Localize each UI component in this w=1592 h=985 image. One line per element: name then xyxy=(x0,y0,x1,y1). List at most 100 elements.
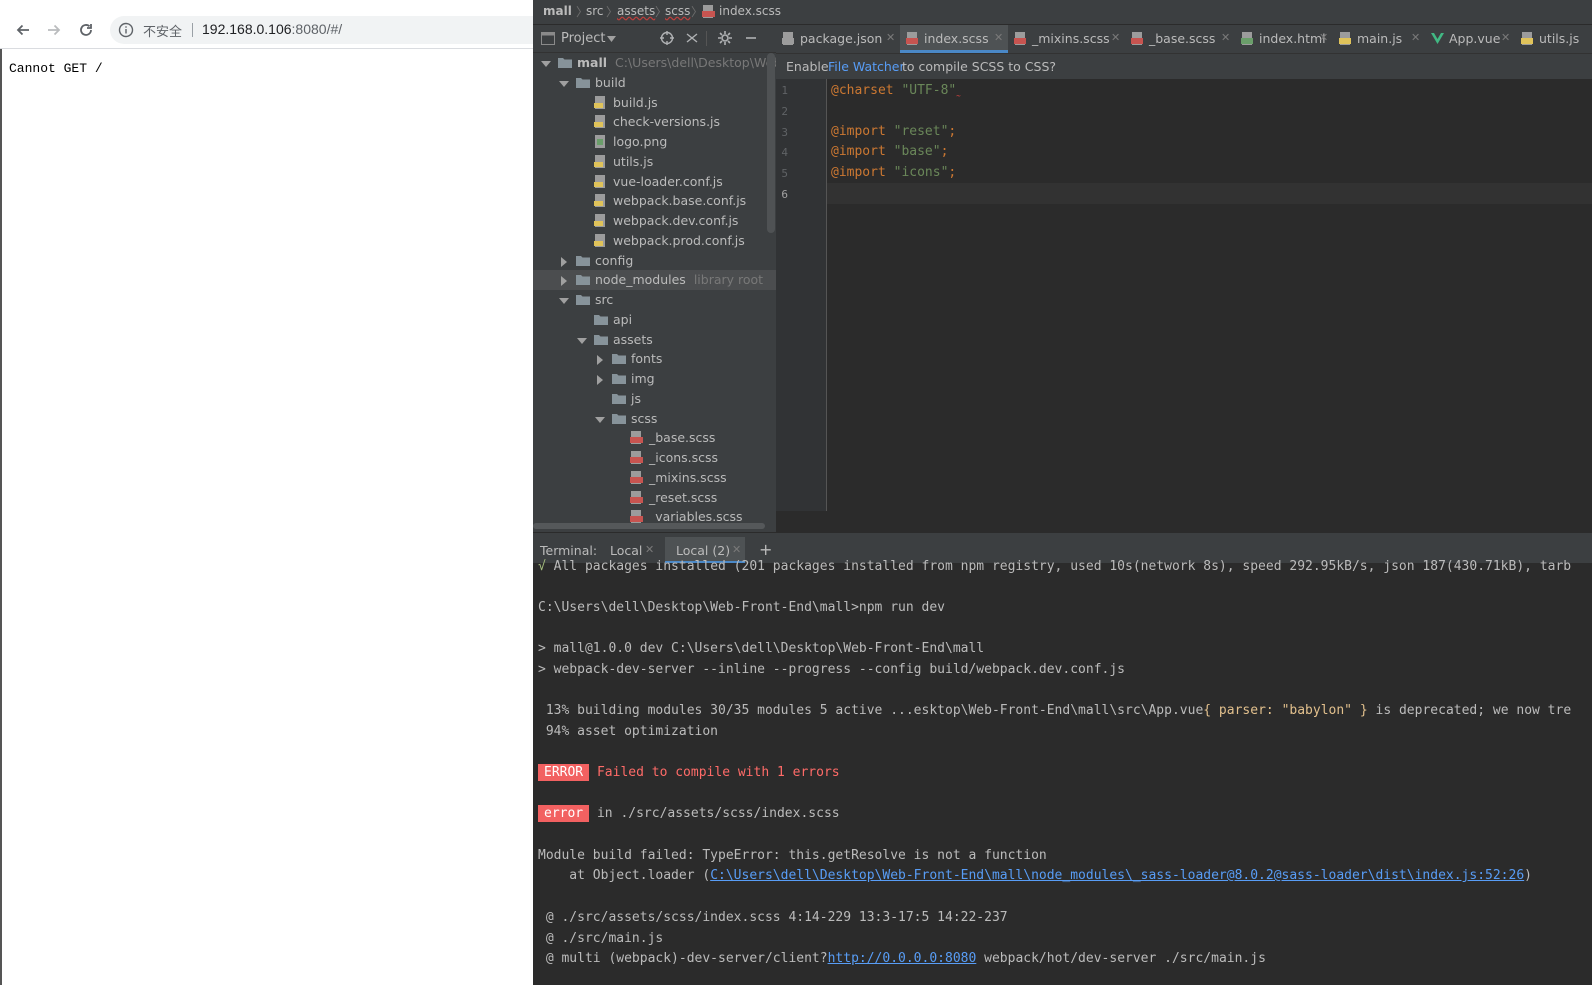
url-text[interactable]: 192.168.0.106:8080/#/ xyxy=(202,21,342,37)
editor-tab-label: main.js xyxy=(1357,31,1403,46)
tree-item-api[interactable]: api xyxy=(533,310,776,330)
editor-tab-utils-js[interactable]: utils.js xyxy=(1515,25,1592,53)
tree-item-label: src xyxy=(595,292,614,307)
editor-tab-base-scss[interactable]: _base.scss ✕ xyxy=(1125,25,1235,53)
chevron-down-icon[interactable] xyxy=(607,36,616,42)
tree-item-hint: C:\Users\dell\Desktop\Web-F xyxy=(615,55,776,70)
tree-item-utils-js[interactable]: utils.js xyxy=(533,152,776,172)
js-file-icon xyxy=(1521,32,1534,45)
editor-tab-main-js[interactable]: main.js ✕ xyxy=(1333,25,1425,53)
chevron-down-icon[interactable] xyxy=(541,57,551,67)
tree-item-node-modules[interactable]: node_modules library root xyxy=(533,270,776,291)
tree-item-img[interactable]: img xyxy=(533,369,776,389)
tree-item-webpack-base-conf-js[interactable]: webpack.base.conf.js xyxy=(533,191,776,211)
sass-file-icon xyxy=(630,490,644,504)
tree-item-mixins-scss[interactable]: _mixins.scss xyxy=(533,468,776,488)
close-icon[interactable]: ✕ xyxy=(732,543,741,556)
tree-item-check-versions-js[interactable]: check-versions.js xyxy=(533,112,776,132)
image-file-icon xyxy=(594,135,608,148)
file-watcher-link[interactable]: File Watcher xyxy=(828,59,905,74)
terminal-output[interactable]: √ All packages installed (201 packages i… xyxy=(533,559,1592,985)
editor-tab-app-vue[interactable]: App.vue ✕ xyxy=(1425,25,1515,53)
terminal-line: 13% building modules 30/35 modules 5 act… xyxy=(538,703,1572,718)
close-icon[interactable]: ✕ xyxy=(645,543,654,556)
folder-icon xyxy=(576,76,590,89)
add-terminal-button[interactable]: + xyxy=(759,540,772,559)
editor-tab-mixins-scss[interactable]: _mixins.scss ✕ xyxy=(1008,25,1125,53)
editor-tab-package-json[interactable]: package.json ✕ xyxy=(776,25,900,53)
line-number: 5 xyxy=(781,167,788,181)
chevron-down-icon[interactable] xyxy=(595,413,605,423)
forward-button[interactable] xyxy=(42,18,66,42)
breadcrumb-item-src[interactable]: src xyxy=(586,4,604,18)
close-icon[interactable]: ✕ xyxy=(1501,31,1510,44)
terminal-line: √ All packages installed (201 packages i… xyxy=(538,559,1572,574)
sass-file-icon xyxy=(1014,32,1027,45)
close-icon[interactable]: ✕ xyxy=(994,31,1003,44)
tree-item-logo-png[interactable]: logo.png xyxy=(533,132,776,152)
line-number: 4 xyxy=(781,146,788,160)
tree-item-assets[interactable]: assets xyxy=(533,330,776,350)
tree-item-icons-scss[interactable]: _icons.scss xyxy=(533,448,776,468)
tree-item-build-js[interactable]: build.js xyxy=(533,93,776,113)
tree-item-webpack-prod-conf-js[interactable]: webpack.prod.conf.js xyxy=(533,231,776,251)
breadcrumb-item-assets[interactable]: assets xyxy=(617,4,655,18)
tree-horizontal-scrollbar[interactable] xyxy=(533,523,765,529)
close-icon[interactable]: ✕ xyxy=(1111,31,1120,44)
gear-icon[interactable] xyxy=(717,30,733,46)
tree-item-build[interactable]: build xyxy=(533,73,776,93)
stacktrace-link[interactable]: C:\Users\dell\Desktop\Web-Front-End\mall… xyxy=(710,868,1524,883)
minimize-icon[interactable] xyxy=(743,30,759,46)
tree-item-js[interactable]: js xyxy=(533,389,776,409)
chevron-right-icon[interactable] xyxy=(559,274,569,287)
chevron-down-icon[interactable] xyxy=(559,294,569,304)
breadcrumb-item-file[interactable]: index.scss xyxy=(719,4,781,18)
breadcrumb-item-scss[interactable]: scss xyxy=(665,4,690,18)
chevron-down-icon[interactable] xyxy=(559,77,569,87)
chevron-right-icon[interactable] xyxy=(595,373,605,385)
reload-button[interactable] xyxy=(74,18,98,42)
breadcrumb-item-mall[interactable]: mall xyxy=(543,4,572,18)
tree-item-src[interactable]: src xyxy=(533,290,776,310)
tree-item-label: scss xyxy=(631,410,658,426)
code-line: @import "reset"; xyxy=(831,124,957,139)
terminal-label: Terminal: xyxy=(540,543,598,558)
editor-tab-index-html[interactable]: index.html ✕ xyxy=(1235,25,1333,53)
page-message: Cannot GET / xyxy=(9,61,103,76)
code-editor[interactable]: @charset "UTF-8"˷ @import "reset"; @impo… xyxy=(827,79,1592,511)
tree-item-base-scss[interactable]: _base.scss xyxy=(533,428,776,448)
back-button[interactable] xyxy=(11,18,35,42)
error-badge: ERROR xyxy=(538,764,590,781)
code-line: @import "base"; xyxy=(831,144,949,159)
url-host: 192.168.0.106 xyxy=(202,21,292,37)
close-icon[interactable]: ✕ xyxy=(1411,31,1420,44)
tree-item-fonts[interactable]: fonts xyxy=(533,349,776,369)
locate-file-icon[interactable] xyxy=(659,30,675,46)
dev-server-link[interactable]: http://0.0.0.0:8080 xyxy=(828,951,977,966)
close-icon[interactable]: ✕ xyxy=(1221,31,1230,44)
tree-scrollbar[interactable] xyxy=(767,53,775,233)
tree-item-vue-loader-conf-js[interactable]: vue-loader.conf.js xyxy=(533,172,776,192)
browser-active-tab[interactable] xyxy=(0,0,533,12)
tree-item-scss[interactable]: scss xyxy=(533,409,776,429)
chevron-right-icon[interactable] xyxy=(595,353,605,366)
insecure-label: 不安全 xyxy=(143,25,183,40)
tree-item-mall[interactable]: mall C:\Users\dell\Desktop\Web-F xyxy=(533,53,776,73)
info-icon[interactable] xyxy=(118,22,134,38)
file-watcher-banner: Enable File Watcher to compile SCSS to C… xyxy=(776,54,1592,79)
address-bar[interactable]: 不安全 192.168.0.106:8080/#/ xyxy=(110,16,533,44)
tree-item-webpack-dev-conf-js[interactable]: webpack.dev.conf.js xyxy=(533,211,776,231)
close-icon[interactable]: ✕ xyxy=(1319,31,1328,44)
editor-tab-index-scss[interactable]: index.scss ✕ xyxy=(900,25,1008,53)
collapse-all-icon[interactable] xyxy=(684,30,700,46)
chevron-right-icon[interactable] xyxy=(559,255,569,267)
js-file-icon xyxy=(594,194,608,208)
tree-item-label: vue-loader.conf.js xyxy=(613,173,723,189)
sass-file-icon xyxy=(630,431,644,445)
tree-item-config[interactable]: config xyxy=(533,251,776,271)
terminal-tab-local[interactable]: Local xyxy=(610,543,642,558)
close-icon[interactable]: ✕ xyxy=(886,31,895,44)
project-view-selector[interactable]: Project xyxy=(561,31,605,46)
tree-item-reset-scss[interactable]: _reset.scss xyxy=(533,488,776,508)
chevron-down-icon[interactable] xyxy=(577,334,587,344)
